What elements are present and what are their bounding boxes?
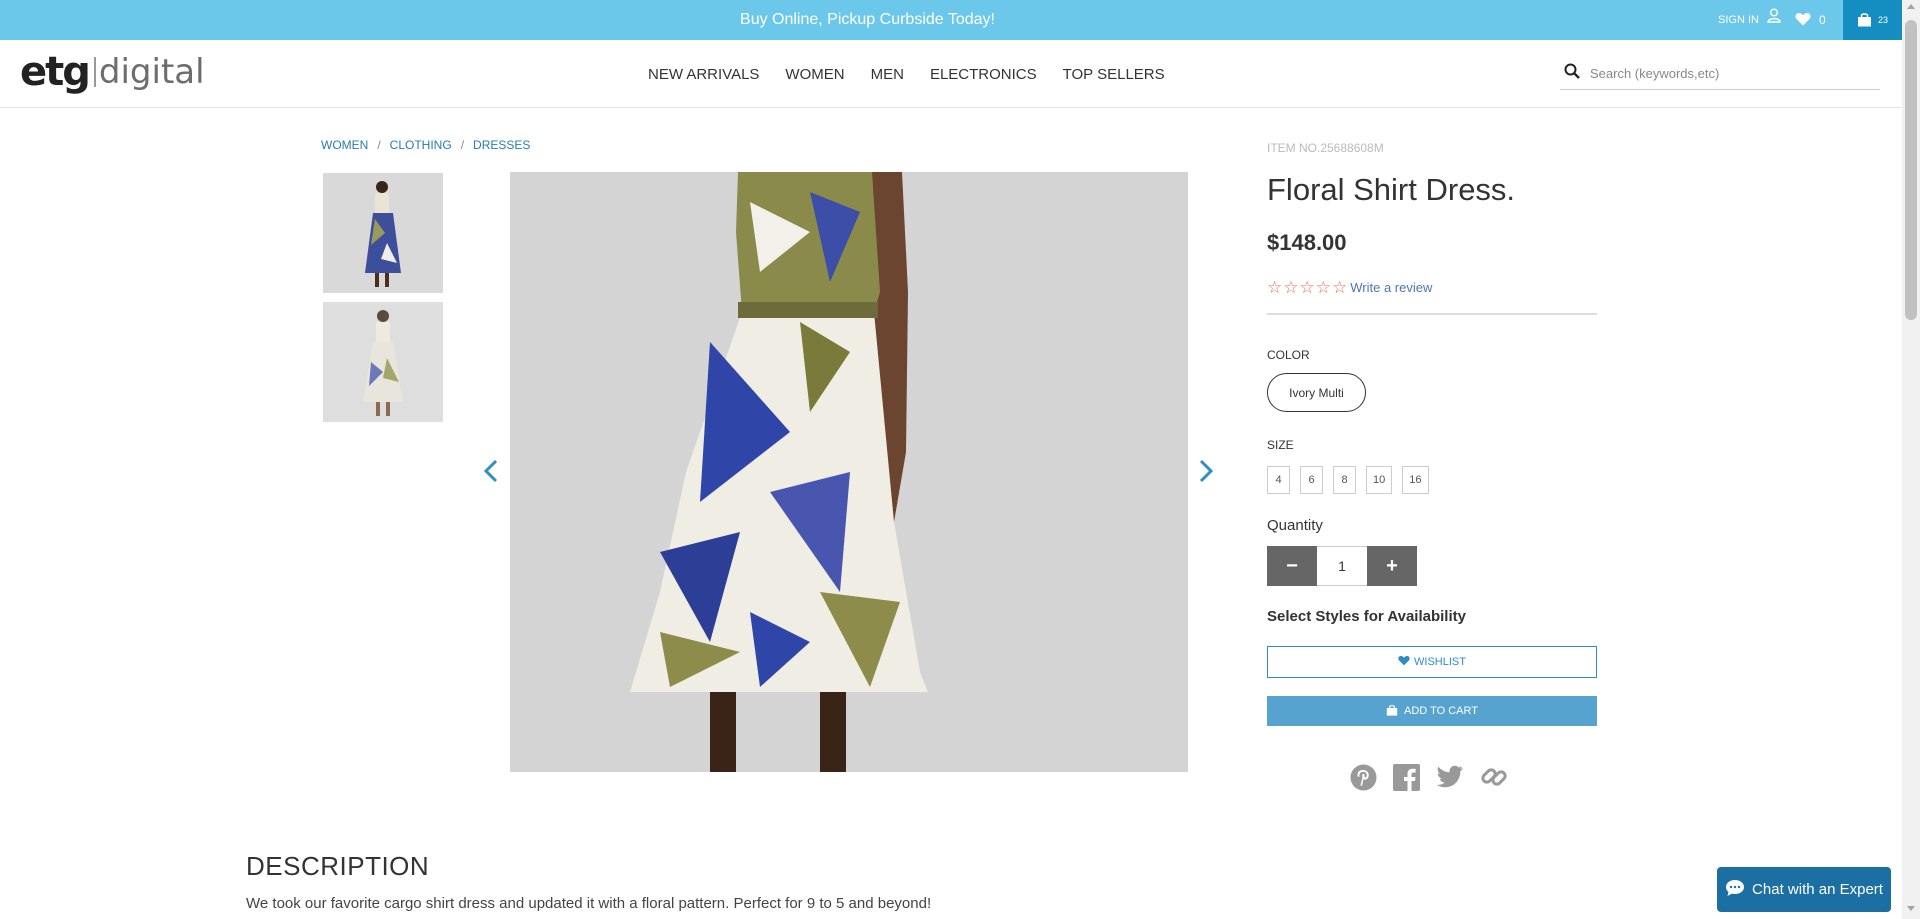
description-text: We took our favorite cargo shirt dress a… [246, 895, 932, 912]
wishlist-button-label: WISHLIST [1414, 656, 1466, 668]
heart-icon [1795, 12, 1811, 29]
main-nav: NEW ARRIVALS WOMEN MEN ELECTRONICS TOP S… [648, 40, 1178, 108]
add-to-wishlist-button[interactable]: WISHLIST [1267, 646, 1597, 678]
scroll-thumb[interactable] [1905, 20, 1917, 320]
search-bar [1560, 58, 1880, 90]
color-option-ivory-multi[interactable]: Ivory Multi [1267, 373, 1366, 412]
nav-men[interactable]: MEN [858, 66, 917, 83]
item-number: ITEM NO.25688608M [1267, 141, 1384, 155]
divider [1267, 313, 1597, 315]
quantity-stepper: − + [1267, 546, 1417, 586]
promo-bar: Buy Online, Pickup Curbside Today! SIGN … [0, 0, 1902, 40]
product-thumbnail-back[interactable] [323, 302, 443, 422]
scroll-down-icon[interactable] [1907, 906, 1915, 911]
availability-message: Select Styles for Availability [1267, 608, 1466, 625]
chat-with-expert-button[interactable]: Chat with an Expert [1717, 867, 1891, 912]
breadcrumb-women[interactable]: WOMEN [321, 138, 368, 152]
size-options: 4 6 8 10 16 [1267, 466, 1429, 494]
breadcrumb-separator: / [377, 138, 381, 152]
decrease-quantity-button[interactable]: − [1267, 546, 1317, 586]
size-label: SIZE [1267, 438, 1294, 452]
promo-text: Buy Online, Pickup Curbside Today! [740, 11, 995, 28]
nav-new-arrivals[interactable]: NEW ARRIVALS [648, 66, 772, 83]
star-icon: ☆ [1283, 278, 1299, 297]
copy-link-icon[interactable] [1480, 763, 1508, 791]
write-review-link[interactable]: Write a review [1350, 280, 1432, 295]
previous-image-arrow[interactable] [480, 459, 504, 483]
site-logo[interactable]: etg digital [20, 49, 205, 95]
star-icon: ☆ [1315, 278, 1331, 297]
color-label: COLOR [1267, 348, 1310, 362]
nav-top-sellers[interactable]: TOP SELLERS [1050, 66, 1178, 83]
breadcrumb-separator: / [460, 138, 465, 152]
next-image-arrow[interactable] [1193, 459, 1217, 483]
size-option[interactable]: 10 [1366, 466, 1393, 494]
search-icon[interactable] [1564, 63, 1580, 84]
star-icon: ☆ [1299, 278, 1315, 297]
star-icon: ☆ [1332, 278, 1348, 297]
size-option[interactable]: 16 [1402, 466, 1429, 494]
size-option[interactable]: 8 [1333, 466, 1356, 494]
twitter-icon[interactable] [1436, 765, 1464, 789]
cart-count: 23 [1877, 15, 1888, 25]
product-price: $148.00 [1267, 230, 1347, 255]
breadcrumb-dresses[interactable]: DRESSES [473, 138, 530, 152]
quantity-input[interactable] [1317, 546, 1367, 586]
shopping-bag-icon [1857, 12, 1872, 29]
star-icon: ☆ [1267, 278, 1283, 297]
shopping-bag-icon [1386, 704, 1398, 719]
increase-quantity-button[interactable]: + [1367, 546, 1417, 586]
social-share [1350, 763, 1508, 791]
breadcrumb-clothing[interactable]: CLOTHING [390, 138, 452, 152]
quantity-label: Quantity [1267, 517, 1323, 534]
nav-women[interactable]: WOMEN [772, 66, 857, 83]
breadcrumb: WOMEN / CLOTHING / DRESSES [321, 138, 530, 152]
logo-divider [93, 57, 96, 87]
page-scrollbar[interactable] [1902, 0, 1920, 919]
search-input[interactable] [1588, 65, 1868, 82]
sign-in-link[interactable]: SIGN IN [1718, 0, 1781, 40]
user-icon [1767, 0, 1781, 40]
product-thumbnail-front[interactable] [323, 173, 443, 293]
chat-icon [1725, 879, 1745, 901]
description-heading: DESCRIPTION [246, 851, 430, 881]
add-to-cart-button[interactable]: ADD TO CART [1267, 696, 1597, 726]
nav-electronics[interactable]: ELECTRONICS [917, 66, 1050, 83]
logo-digital: digital [98, 52, 205, 92]
scroll-up-icon[interactable] [1907, 4, 1915, 9]
wishlist-count: 0 [1819, 13, 1826, 27]
cart-header-button[interactable]: 23 [1843, 0, 1902, 40]
logo-etg: etg [20, 49, 91, 95]
product-rating: ☆ ☆ ☆ ☆ ☆ Write a review [1267, 279, 1432, 296]
pinterest-icon[interactable] [1350, 764, 1377, 791]
sign-in-label: SIGN IN [1718, 14, 1759, 26]
heart-icon [1398, 655, 1410, 669]
product-main-image [510, 172, 1188, 772]
product-title: Floral Shirt Dress. [1267, 172, 1516, 207]
site-header: etg digital NEW ARRIVALS WOMEN MEN ELECT… [0, 40, 1902, 108]
chat-label: Chat with an Expert [1752, 881, 1883, 898]
size-option[interactable]: 6 [1300, 466, 1323, 494]
size-option[interactable]: 4 [1267, 466, 1290, 494]
add-to-cart-label: ADD TO CART [1404, 705, 1478, 717]
facebook-icon[interactable] [1393, 763, 1420, 791]
wishlist-header-link[interactable]: 0 [1795, 0, 1826, 40]
